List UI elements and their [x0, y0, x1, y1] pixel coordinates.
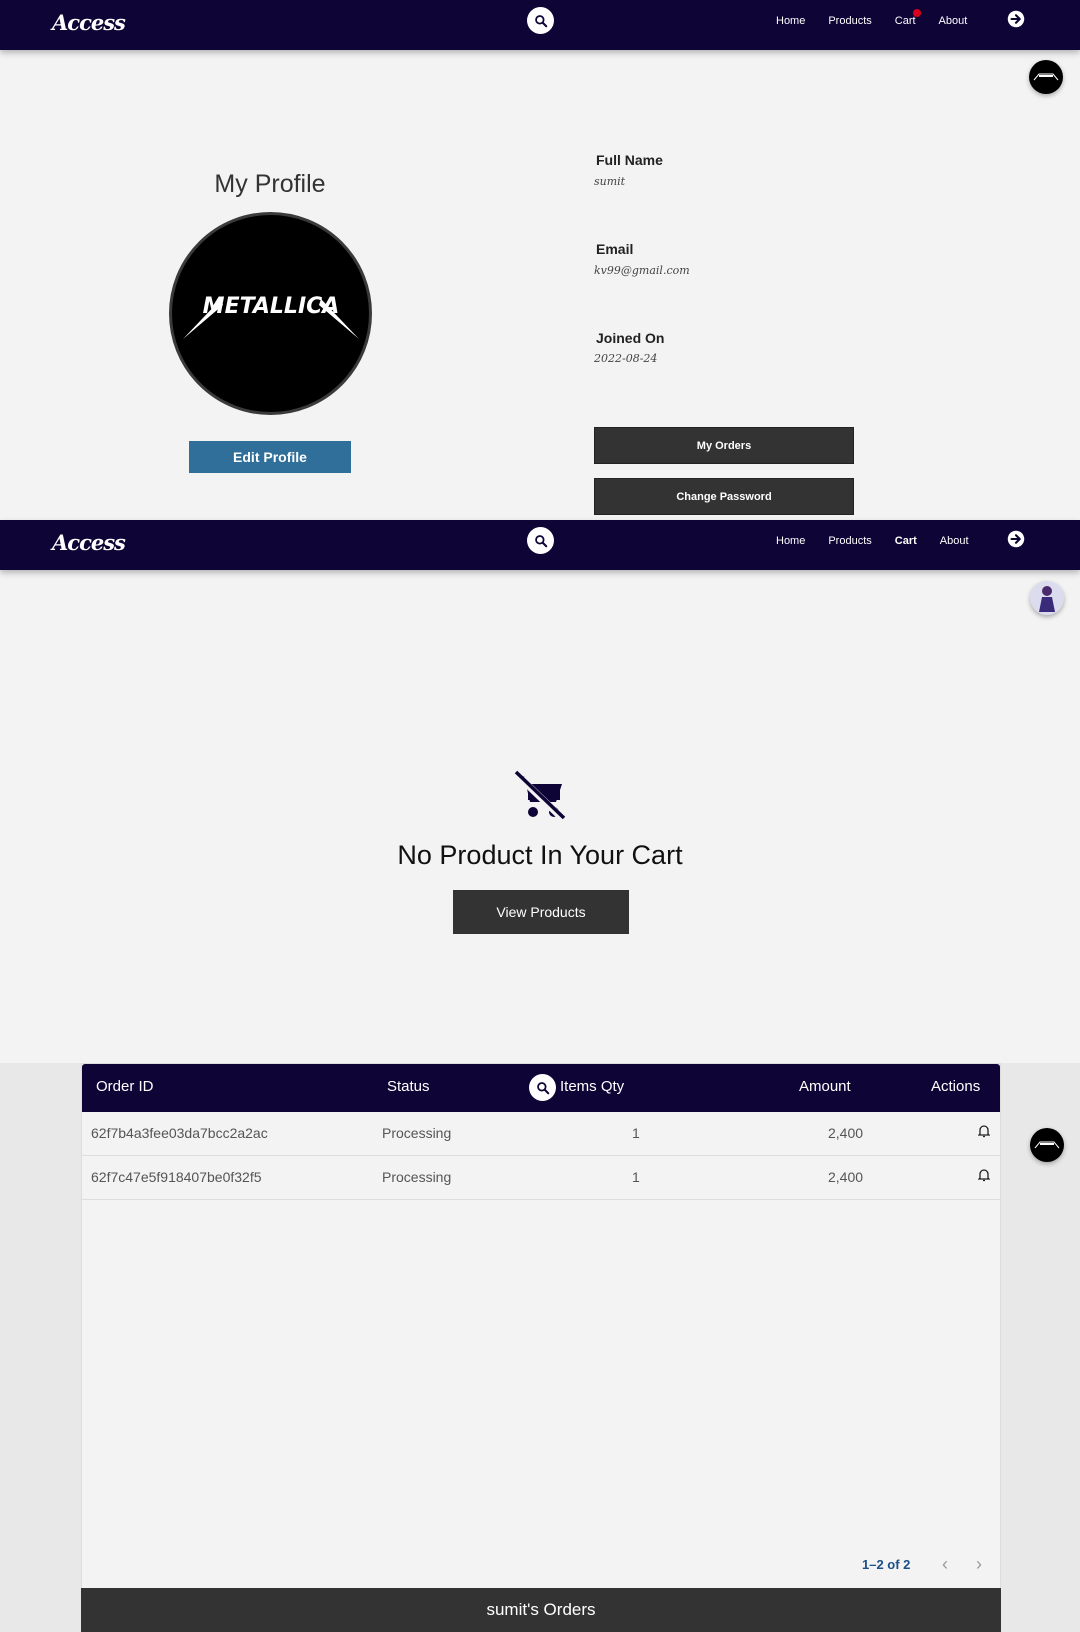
- profile-picture: METALLICA: [169, 212, 372, 415]
- login-button[interactable]: [1007, 530, 1025, 553]
- prev-page-icon[interactable]: ‹: [942, 1554, 948, 1575]
- nav-about[interactable]: About: [940, 535, 969, 547]
- column-actions: Actions: [931, 1078, 981, 1095]
- metallica-logo-icon: [1033, 73, 1059, 81]
- nav-products[interactable]: Products: [828, 535, 871, 547]
- search-icon: [534, 534, 547, 547]
- orders-table: Order ID Status Items Qty Amount Actions…: [81, 1063, 1001, 1632]
- nav-cart[interactable]: Cart: [895, 535, 917, 547]
- pagination-info: 1–2 of 2: [862, 1557, 911, 1572]
- next-page-icon[interactable]: ›: [976, 1554, 982, 1575]
- orders-table-header: Order ID Status Items Qty Amount Actions: [82, 1064, 1000, 1112]
- profile-title: My Profile: [214, 170, 326, 198]
- column-order-id[interactable]: Order ID: [96, 1078, 154, 1095]
- search-button[interactable]: [527, 527, 554, 554]
- order-id-cell: 62f7c47e5f918407be0f32f5: [91, 1169, 262, 1185]
- top-navbar: Access Home Products Cart About: [0, 0, 1080, 50]
- full-name-label: Full Name: [596, 152, 663, 168]
- order-action-button[interactable]: [977, 1124, 991, 1143]
- my-orders-button[interactable]: My Orders: [594, 427, 854, 464]
- remove-shopping-cart-icon: [511, 769, 568, 829]
- user-avatar[interactable]: [1030, 1128, 1064, 1162]
- full-name-value: sumit: [594, 175, 626, 188]
- order-action-button[interactable]: [977, 1168, 991, 1187]
- joined-on-label: Joined On: [596, 330, 665, 346]
- joined-on-value: 2022-08-24: [594, 352, 658, 365]
- change-password-button[interactable]: Change Password: [594, 478, 854, 515]
- table-row[interactable]: 62f7b4a3fee03da7bcc2a2ac Processing 1 2,…: [82, 1112, 1000, 1156]
- order-status-cell: Processing: [382, 1169, 452, 1185]
- login-arrow-icon: [1007, 530, 1025, 548]
- login-button[interactable]: [1007, 10, 1025, 33]
- nav-links: Home Products Cart About: [776, 9, 990, 27]
- view-products-button[interactable]: View Products: [453, 890, 629, 934]
- column-items-qty[interactable]: Items Qty: [560, 1078, 624, 1095]
- search-button[interactable]: [529, 1074, 556, 1101]
- table-row[interactable]: 62f7c47e5f918407be0f32f5 Processing 1 2,…: [82, 1156, 1000, 1200]
- nav-home[interactable]: Home: [776, 15, 805, 27]
- bell-icon: [977, 1125, 991, 1138]
- edit-profile-button[interactable]: Edit Profile: [189, 441, 351, 473]
- search-icon: [534, 14, 547, 27]
- email-value: kv99@gmail.com: [594, 264, 690, 277]
- metallica-logo-text: METALLICA: [202, 294, 339, 319]
- order-qty-cell: 1: [632, 1169, 640, 1185]
- nav-products[interactable]: Products: [828, 15, 871, 27]
- nav-cart-label: Cart: [894, 15, 916, 27]
- logo[interactable]: Access: [52, 10, 126, 35]
- person-avatar-icon: [1039, 586, 1055, 612]
- nav-cart[interactable]: Cart: [894, 9, 921, 27]
- column-status[interactable]: Status: [387, 1078, 430, 1095]
- search-button[interactable]: [527, 7, 554, 34]
- metallica-logo-icon: [1034, 1141, 1060, 1149]
- bell-icon: [977, 1169, 991, 1182]
- login-arrow-icon: [1007, 10, 1025, 28]
- column-amount[interactable]: Amount: [799, 1078, 851, 1095]
- empty-cart-message: No Product In Your Cart: [397, 840, 683, 870]
- order-qty-cell: 1: [632, 1125, 640, 1141]
- user-avatar[interactable]: [1030, 581, 1064, 615]
- metallica-logo: METALLICA: [182, 294, 359, 339]
- email-label: Email: [596, 241, 634, 257]
- orders-footer-title: sumit's Orders: [81, 1588, 1001, 1632]
- nav-home[interactable]: Home: [776, 535, 805, 547]
- order-amount-cell: 2,400: [828, 1125, 864, 1141]
- order-id-cell: 62f7b4a3fee03da7bcc2a2ac: [91, 1125, 268, 1141]
- nav-links: Home Products Cart About: [776, 535, 992, 547]
- search-icon: [536, 1081, 549, 1094]
- top-navbar: Access Home Products Cart About: [0, 520, 1080, 570]
- nav-about[interactable]: About: [939, 15, 968, 27]
- user-avatar[interactable]: [1029, 60, 1063, 94]
- order-amount-cell: 2,400: [828, 1169, 864, 1185]
- order-status-cell: Processing: [382, 1125, 452, 1141]
- logo[interactable]: Access: [52, 530, 126, 555]
- cart-notification-dot: [912, 9, 921, 17]
